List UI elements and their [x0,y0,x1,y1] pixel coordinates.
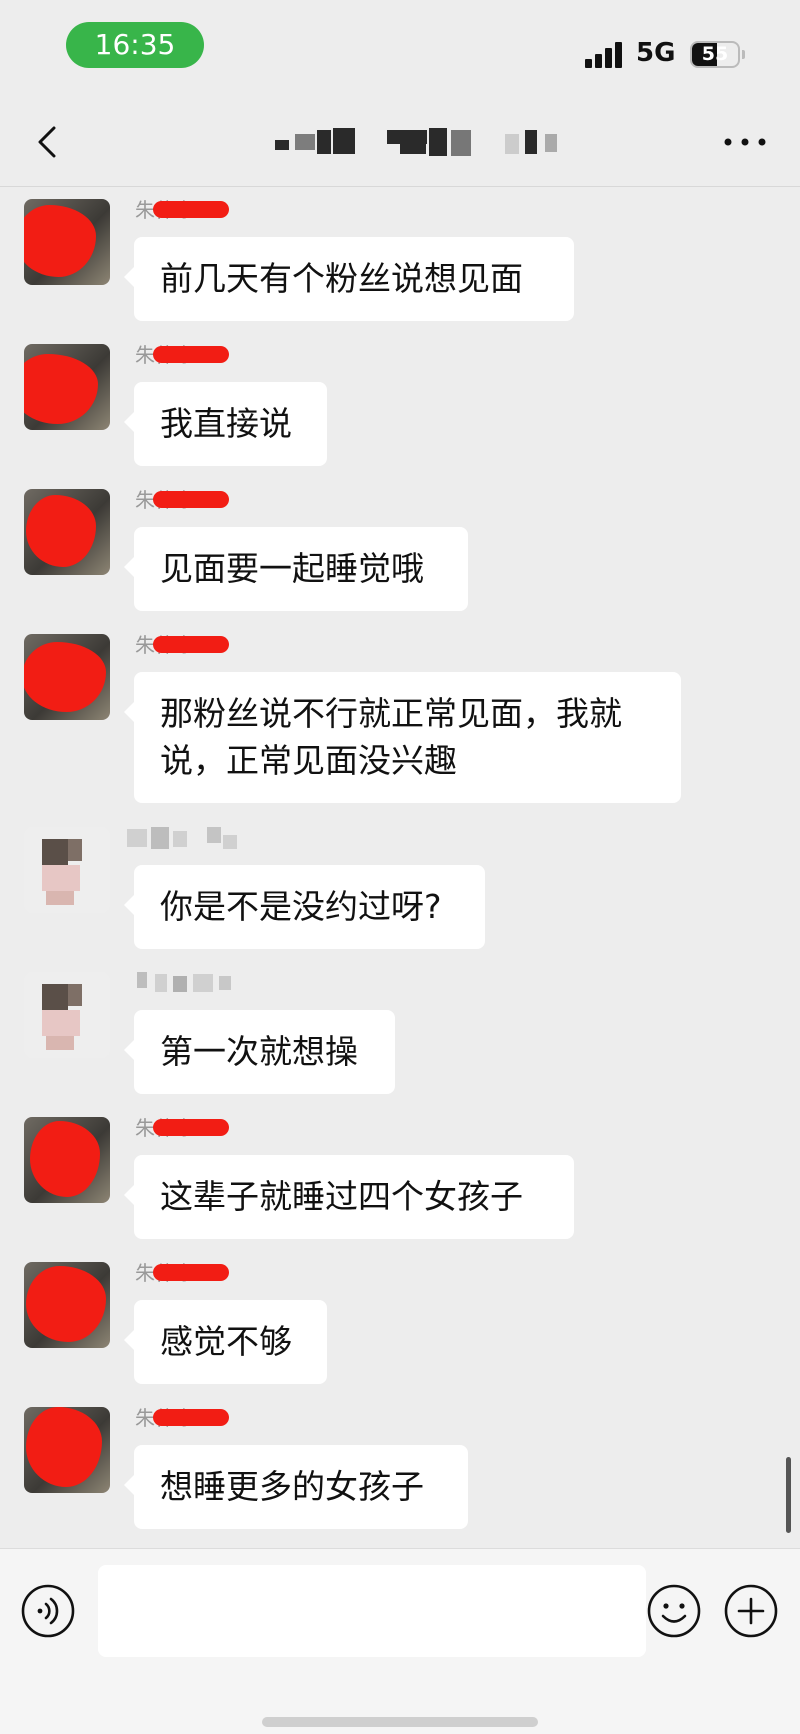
status-bar: 16:35 5G 55 [0,0,800,100]
message-bubble[interactable]: 这辈子就睡过四个女孩子 [124,1155,574,1239]
message-bubble[interactable]: 那粉丝说不行就正常见面，我就说，正常见面没兴趣 [124,672,681,803]
battery-cap [742,50,745,59]
avatar[interactable] [24,489,110,575]
input-bar [0,1548,800,1734]
message-bubble[interactable]: 想睡更多的女孩子 [124,1445,468,1529]
message-input[interactable] [98,1565,646,1657]
avatar[interactable] [24,972,110,1058]
sender-name: 朱伟东 [135,632,235,658]
avatar[interactable] [24,344,110,430]
sender-name: 朱伟东 [135,487,235,513]
sender-redaction [153,201,229,218]
sender-redaction [153,1264,229,1281]
avatar[interactable] [24,634,110,720]
sender-name: 朱伟东 [135,342,235,368]
battery-level: 55 [701,43,729,65]
sender-name: 朱伟东 [135,1260,235,1286]
sender-redaction [153,346,229,363]
avatar[interactable] [24,827,110,913]
message-bubble[interactable]: 第一次就想操 [124,1010,395,1094]
sender-name-pixelated [127,825,295,851]
sender-name: 朱伟东 [135,1405,235,1431]
status-time: 16:35 [66,22,204,68]
more-button[interactable] [715,120,775,164]
avatar[interactable] [24,1117,110,1203]
message-list[interactable]: 朱伟东 前几天有个粉丝说想见面 朱伟东 我直接说 朱伟东 见面要一起睡觉哦 [0,187,800,1547]
emoji-icon [647,1584,701,1638]
message-bubble[interactable]: 我直接说 [124,382,327,466]
chevron-left-icon [38,126,56,158]
sender-name: 朱伟东 [135,197,235,223]
cellular-signal-icon [585,40,627,68]
network-type: 5G [636,38,676,68]
message-bubble[interactable]: 你是不是没约过呀? [124,865,485,949]
message-bubble[interactable]: 感觉不够 [124,1300,327,1384]
avatar[interactable] [24,1262,110,1348]
sender-redaction [153,1119,229,1136]
sender-name-pixelated [135,970,295,996]
sender-name [127,825,237,851]
sender-redaction [153,491,229,508]
voice-button[interactable] [20,1583,76,1639]
back-button[interactable] [24,118,72,166]
sender-name: 朱伟东 [135,1115,235,1141]
emoji-button[interactable] [646,1583,702,1639]
add-button[interactable] [723,1583,779,1639]
plus-circle-icon [724,1584,778,1638]
avatar[interactable] [24,1407,110,1493]
sender-redaction [153,1409,229,1426]
battery-icon: 55 [690,41,740,68]
scrollbar[interactable] [786,1457,791,1533]
voice-input-icon [21,1584,75,1638]
chat-header [0,100,800,187]
sender-name [135,970,235,996]
sender-redaction [153,636,229,653]
message-bubble[interactable]: 见面要一起睡觉哦 [124,527,468,611]
home-indicator [262,1717,538,1727]
avatar[interactable] [24,199,110,285]
more-dots-icon [724,138,766,146]
message-bubble[interactable]: 前几天有个粉丝说想见面 [124,237,574,321]
